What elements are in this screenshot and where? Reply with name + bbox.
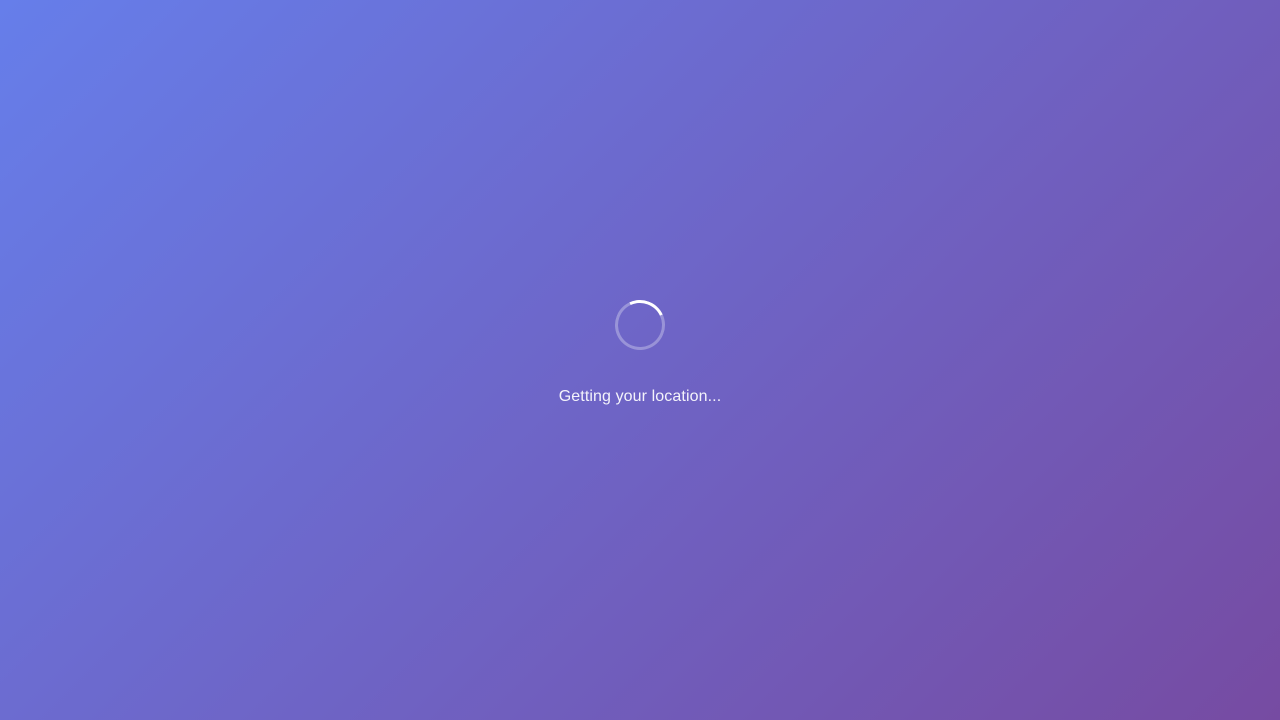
- loading-message: Getting your location...: [558, 388, 722, 405]
- loading-container: Getting your location...: [0, 292, 1280, 407]
- loading-spinner-icon: [607, 292, 673, 358]
- loading-screen: Getting your location...: [0, 0, 1280, 720]
